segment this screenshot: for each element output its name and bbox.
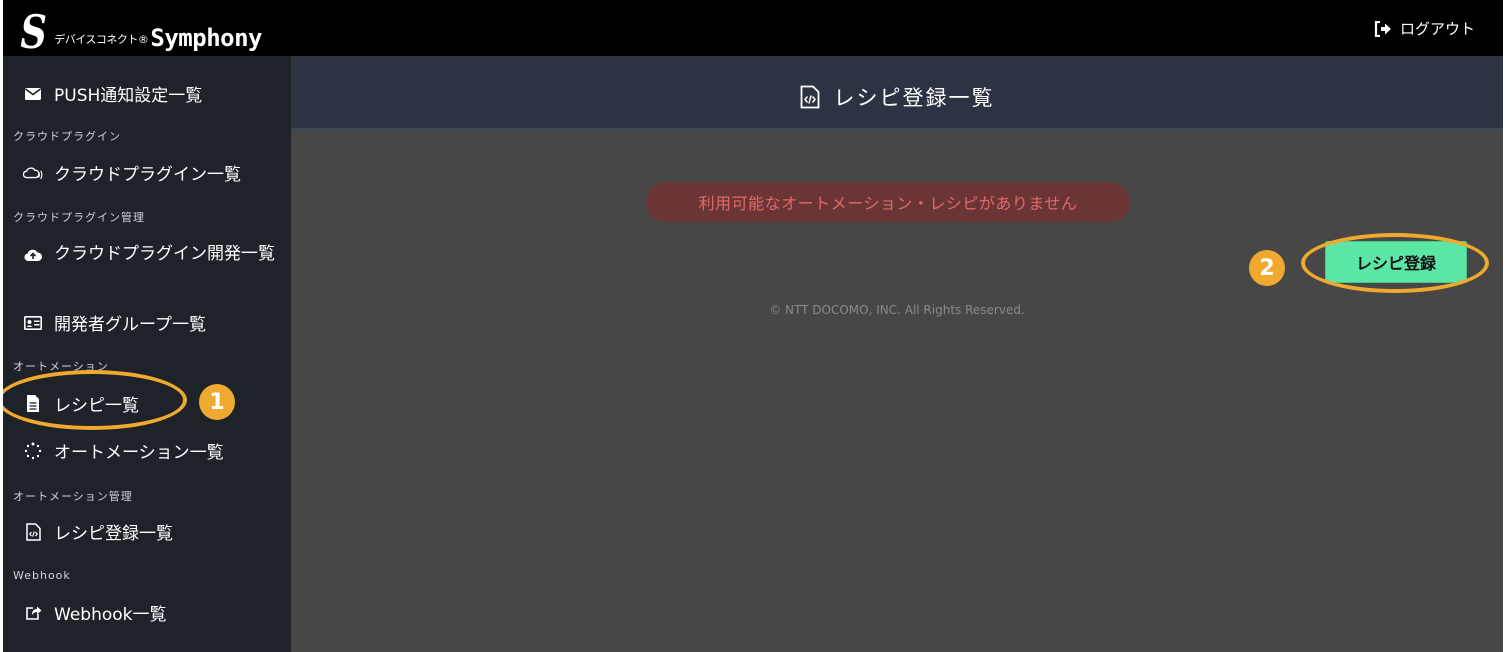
annotation-badge-2: 2 <box>1249 250 1285 286</box>
sidebar-item-label: 開発者グループ一覧 <box>54 315 206 335</box>
sidebar-item-label: レシピ登録一覧 <box>54 524 173 544</box>
section-label-automation-admin: オートメーション管理 <box>13 490 133 503</box>
logout-button[interactable]: ログアウト <box>1374 18 1475 39</box>
sidebar-item-cloud-plugin-list[interactable]: クラウドプラグイン一覧 <box>23 160 241 185</box>
logout-label: ログアウト <box>1399 20 1475 38</box>
cloud-signal-icon <box>23 163 43 183</box>
copyright-footer: © NTT DOCOMO, INC. All Rights Reserved. <box>769 303 1025 317</box>
sidebar-item-label: PUSH通知設定一覧 <box>54 86 203 106</box>
cloud-upload-icon <box>23 245 43 265</box>
annotation-ring-recipe-list <box>3 370 187 430</box>
sidebar-item-developer-group[interactable]: 開発者グループ一覧 <box>23 310 206 335</box>
share-square-icon <box>23 603 43 623</box>
sidebar-item-recipe-register-list[interactable]: レシピ登録一覧 <box>23 519 173 544</box>
sidebar-item-push[interactable]: PUSH通知設定一覧 <box>23 81 202 106</box>
app-frame: S デバイスコネクト® Symphony ログアウト PUSH通知設定一覧 クラ… <box>3 0 1503 652</box>
empty-state-alert: 利用可能なオートメーション・レシピがありません <box>646 182 1130 222</box>
page-header: レシピ登録一覧 <box>291 56 1503 130</box>
logo-subtitle: デバイスコネクト® <box>54 33 149 46</box>
sign-out-icon <box>1374 20 1391 37</box>
sidebar-item-cloud-plugin-dev[interactable]: クラウドプラグイン開発一覧 <box>23 244 281 265</box>
code-file-icon <box>23 522 43 542</box>
page-title: レシピ登録一覧 <box>291 82 1503 112</box>
section-label-cloud-plugin-admin: クラウドプラグイン管理 <box>13 211 145 224</box>
section-label-webhook: Webhook <box>13 569 71 582</box>
page-title-text: レシピ登録一覧 <box>833 86 995 110</box>
annotation-badge-1: 1 <box>199 384 235 420</box>
logo-title: Symphony <box>150 24 262 52</box>
sidebar-item-label: クラウドプラグイン一覧 <box>54 165 241 185</box>
app-logo[interactable]: S デバイスコネクト® Symphony <box>17 5 262 55</box>
sidebar-item-label: クラウドプラグイン開発一覧 <box>54 244 275 264</box>
code-file-icon <box>800 85 819 109</box>
sidebar-item-webhook-list[interactable]: Webhook一覧 <box>23 600 166 625</box>
sidebar-item-label: Webhook一覧 <box>54 605 167 625</box>
sidebar-item-label: オートメーション一覧 <box>54 443 224 463</box>
sidebar-item-automation-list[interactable]: オートメーション一覧 <box>23 438 224 463</box>
annotation-ring-register-button <box>1301 233 1489 293</box>
envelope-icon <box>23 84 43 104</box>
logo-s-mark: S <box>20 5 47 59</box>
sidebar: PUSH通知設定一覧 クラウドプラグイン クラウドプラグイン一覧 クラウドプラグ… <box>3 56 291 652</box>
id-card-icon <box>23 313 43 333</box>
spinner-icon <box>23 441 43 461</box>
section-label-cloud-plugin: クラウドプラグイン <box>13 130 121 143</box>
top-bar: S デバイスコネクト® Symphony ログアウト <box>3 0 1503 56</box>
